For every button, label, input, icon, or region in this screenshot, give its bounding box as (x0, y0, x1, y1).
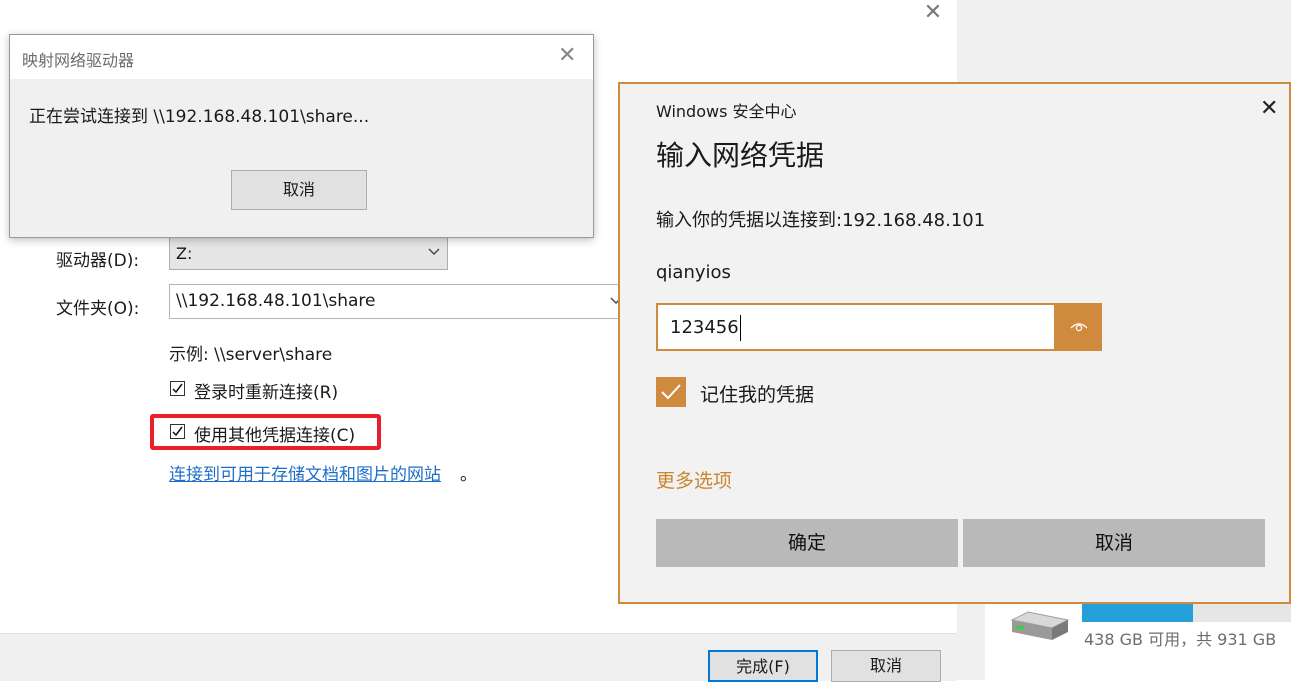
drive-select[interactable]: Z: (169, 237, 448, 270)
cancel-button[interactable]: 取消 (231, 170, 367, 210)
connecting-message: 正在尝试连接到 \\192.168.48.101\share... (29, 107, 370, 127)
dialog-title: 输入网络凭据 (656, 139, 825, 172)
windows-security-dialog: Windows 安全中心 ✕ 输入网络凭据 输入你的凭据以连接到:192.168… (618, 82, 1291, 604)
text-caret (740, 315, 741, 341)
dialog-description: 输入你的凭据以连接到:192.168.48.101 (656, 210, 986, 231)
finish-button[interactable]: 完成(F) (708, 650, 818, 682)
connecting-dialog: 映射网络驱动器 ✕ 正在尝试连接到 \\192.168.48.101\share… (9, 34, 594, 238)
folder-label: 文件夹(O): (56, 299, 140, 319)
folder-input[interactable]: \\192.168.48.101\share (169, 284, 639, 319)
password-value: 123456 (670, 317, 739, 338)
cancel-button[interactable]: 取消 (963, 519, 1265, 567)
more-options-link[interactable]: 更多选项 (656, 466, 732, 493)
app-name: Windows 安全中心 (656, 102, 797, 121)
other-credentials-checkbox[interactable] (170, 424, 185, 439)
hard-drive-icon (1006, 610, 1072, 646)
dialog-title: 映射网络驱动器 (22, 51, 135, 70)
link-suffix: 。 (460, 465, 477, 485)
chevron-down-icon (428, 245, 440, 261)
checkmark-icon (661, 384, 681, 400)
close-icon[interactable]: ✕ (920, 2, 946, 24)
reconnect-label: 登录时重新连接(R) (194, 383, 339, 403)
username-text: qianyios (656, 262, 731, 283)
reveal-password-button[interactable] (1056, 303, 1102, 351)
drive-value: Z: (176, 244, 193, 263)
cancel-button[interactable]: 取消 (831, 650, 941, 682)
other-credentials-label: 使用其他凭据连接(C) (194, 426, 356, 446)
remember-credentials-label: 记住我的凭据 (700, 384, 815, 406)
password-input[interactable]: 123456 (656, 303, 1056, 351)
drive-label: 驱动器(D): (56, 251, 140, 271)
website-link[interactable]: 连接到可用于存储文档和图片的网站 (169, 460, 441, 485)
reconnect-checkbox[interactable] (170, 381, 185, 396)
example-text: 示例: \\server\share (169, 345, 333, 365)
close-icon[interactable]: ✕ (1260, 98, 1278, 120)
folder-value: \\192.168.48.101\share (176, 291, 376, 311)
eye-icon (1070, 323, 1088, 332)
close-icon[interactable]: ✕ (558, 45, 576, 67)
remember-credentials-checkbox[interactable] (656, 377, 686, 407)
drive-space-label: 438 GB 可用，共 931 GB (1084, 630, 1277, 649)
ok-button[interactable]: 确定 (656, 519, 958, 567)
drive-usage-fill (1082, 601, 1193, 622)
